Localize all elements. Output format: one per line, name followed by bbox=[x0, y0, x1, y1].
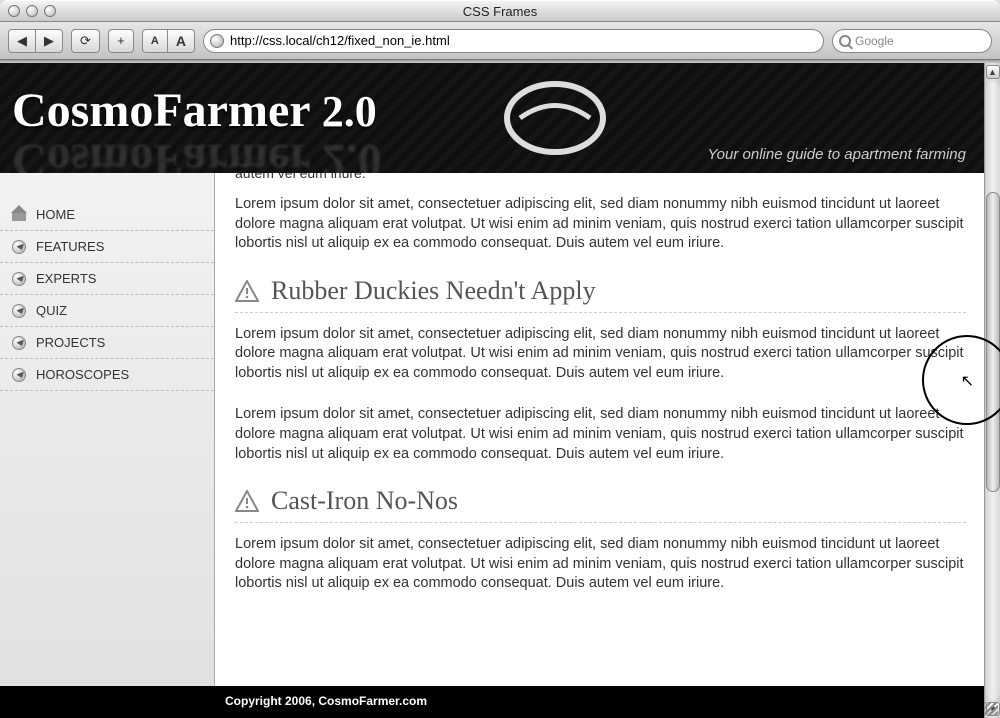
url-input[interactable] bbox=[230, 33, 817, 48]
nav-home[interactable]: HOME bbox=[0, 199, 214, 231]
add-bookmark-button[interactable]: + bbox=[108, 29, 134, 53]
arrow-icon bbox=[12, 336, 26, 350]
scroll-thumb[interactable] bbox=[986, 192, 1000, 492]
scroll-track[interactable] bbox=[986, 82, 1000, 699]
text-size-buttons: A A bbox=[142, 29, 195, 53]
warning-icon bbox=[235, 280, 259, 302]
arrow-icon bbox=[12, 304, 26, 318]
paragraph: Lorem ipsum dolor sit amet, consectetuer… bbox=[235, 405, 966, 464]
forward-button[interactable]: ▶ bbox=[36, 29, 63, 53]
site-icon bbox=[210, 34, 224, 48]
site-banner: CosmoFarmer 2.0 CosmoFarmer 2.0 Your onl… bbox=[0, 63, 984, 173]
search-placeholder: Google bbox=[855, 34, 894, 48]
nav-features[interactable]: FEATURES bbox=[0, 231, 214, 263]
nav-buttons: ◀ ▶ bbox=[8, 29, 63, 53]
resize-handle[interactable] bbox=[984, 702, 998, 716]
copyright: Copyright 2006, CosmoFarmer.com bbox=[225, 694, 427, 708]
brand-version: 2.0 bbox=[322, 87, 377, 136]
tagline: Your online guide to apartment farming bbox=[708, 146, 967, 163]
article-body: autem vel eum iriure. Lorem ipsum dolor … bbox=[215, 173, 984, 718]
heading-cast-iron: Cast-Iron No-Nos bbox=[235, 486, 966, 523]
arrow-icon bbox=[12, 272, 26, 286]
back-button[interactable]: ◀ bbox=[8, 29, 36, 53]
sidebar-nav: HOME FEATURES EXPERTS QUIZ bbox=[0, 173, 215, 718]
site-logo: CosmoFarmer 2.0 bbox=[12, 83, 377, 138]
nav-label: HOROSCOPES bbox=[36, 367, 129, 382]
footer: Copyright 2006, CosmoFarmer.com bbox=[0, 686, 984, 718]
heading-rubber-duckies: Rubber Duckies Needn't Apply bbox=[235, 276, 966, 313]
paragraph: Lorem ipsum dolor sit amet, consectetuer… bbox=[235, 325, 966, 384]
text-smaller-button[interactable]: A bbox=[142, 29, 168, 53]
nav-label: FEATURES bbox=[36, 239, 104, 254]
nav-label: EXPERTS bbox=[36, 271, 96, 286]
arrow-icon bbox=[12, 368, 26, 382]
reload-button[interactable]: ⟳ bbox=[71, 29, 100, 53]
paragraph: Lorem ipsum dolor sit amet, consectetuer… bbox=[235, 195, 966, 254]
nav-projects[interactable]: PROJECTS bbox=[0, 327, 214, 359]
home-icon bbox=[12, 209, 26, 221]
address-bar[interactable] bbox=[203, 29, 824, 53]
nav-label: PROJECTS bbox=[36, 335, 105, 350]
brand-text: CosmoFarmer bbox=[12, 84, 310, 137]
titlebar: CSS Frames bbox=[0, 0, 1000, 22]
nav-quiz[interactable]: QUIZ bbox=[0, 295, 214, 327]
browser-toolbar: ◀ ▶ ⟳ + A A Google bbox=[0, 22, 1000, 60]
leaf-icon bbox=[500, 73, 610, 163]
heading-text: Cast-Iron No-Nos bbox=[271, 486, 458, 516]
window-title: CSS Frames bbox=[0, 4, 1000, 19]
nav-horoscopes[interactable]: HOROSCOPES bbox=[0, 359, 214, 391]
search-icon bbox=[839, 35, 851, 47]
arrow-icon bbox=[12, 240, 26, 254]
heading-text: Rubber Duckies Needn't Apply bbox=[271, 276, 596, 306]
nav-experts[interactable]: EXPERTS bbox=[0, 263, 214, 295]
warning-icon bbox=[235, 490, 259, 512]
vertical-scrollbar[interactable]: ▲ ▼ bbox=[984, 63, 1000, 718]
nav-label: QUIZ bbox=[36, 303, 67, 318]
text-larger-button[interactable]: A bbox=[168, 29, 195, 53]
paragraph: Lorem ipsum dolor sit amet, consectetuer… bbox=[235, 535, 966, 594]
search-field[interactable]: Google bbox=[832, 29, 992, 53]
partial-line: autem vel eum iriure. bbox=[235, 173, 966, 181]
scroll-up-button[interactable]: ▲ bbox=[986, 65, 1000, 79]
nav-label: HOME bbox=[36, 207, 75, 222]
